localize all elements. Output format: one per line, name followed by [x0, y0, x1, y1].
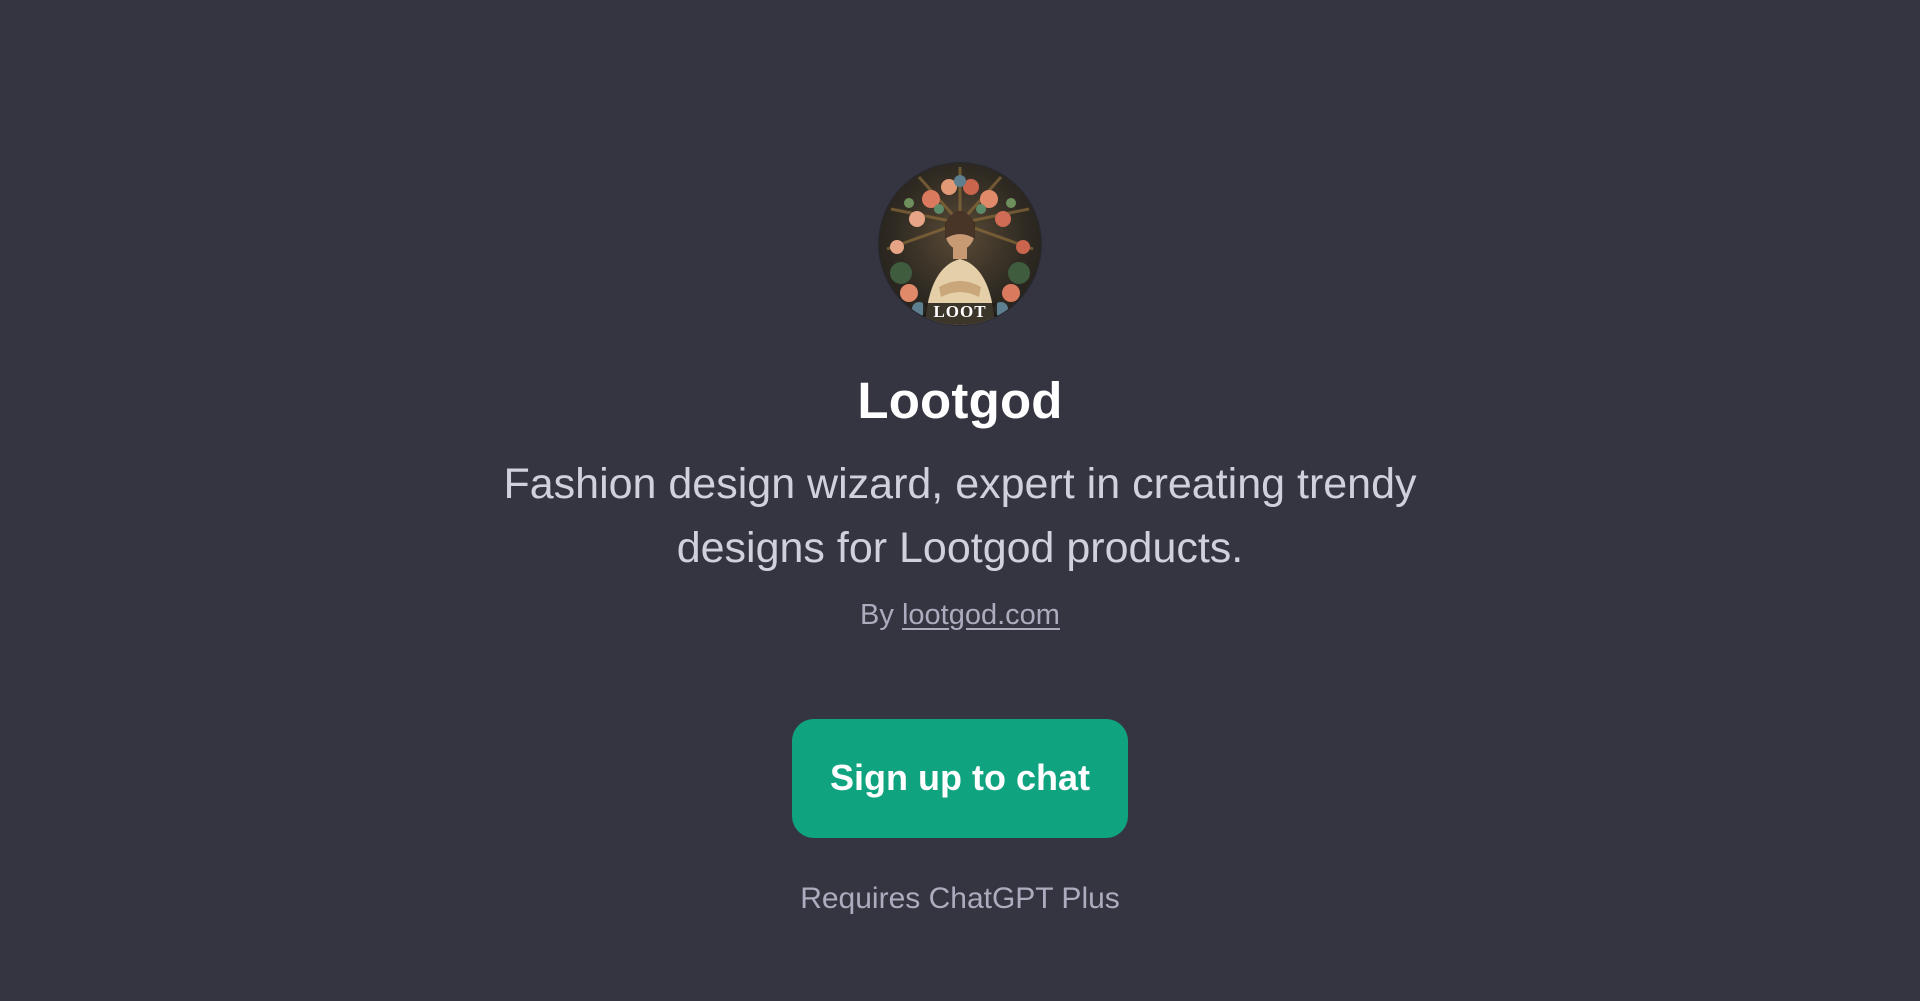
- author-link[interactable]: lootgod.com: [902, 599, 1060, 631]
- gpt-name: Lootgod: [857, 372, 1063, 429]
- gpt-landing-page: LOOT Lootgod Fashion design wizard, expe…: [0, 0, 1920, 1001]
- avatar-badge-text: LOOT: [933, 302, 987, 321]
- gpt-profile: LOOT Lootgod Fashion design wizard, expe…: [0, 0, 1920, 916]
- author-prefix: By: [860, 599, 894, 631]
- sign-up-to-chat-button[interactable]: Sign up to chat: [792, 718, 1128, 838]
- gpt-description: Fashion design wizard, expert in creatin…: [503, 460, 1417, 572]
- avatar-illustration: [886, 167, 1034, 325]
- author-line: By lootgod.com: [860, 598, 1060, 633]
- requirement-note: Requires ChatGPT Plus: [800, 881, 1120, 915]
- lootgod-avatar-icon: LOOT: [879, 163, 1041, 325]
